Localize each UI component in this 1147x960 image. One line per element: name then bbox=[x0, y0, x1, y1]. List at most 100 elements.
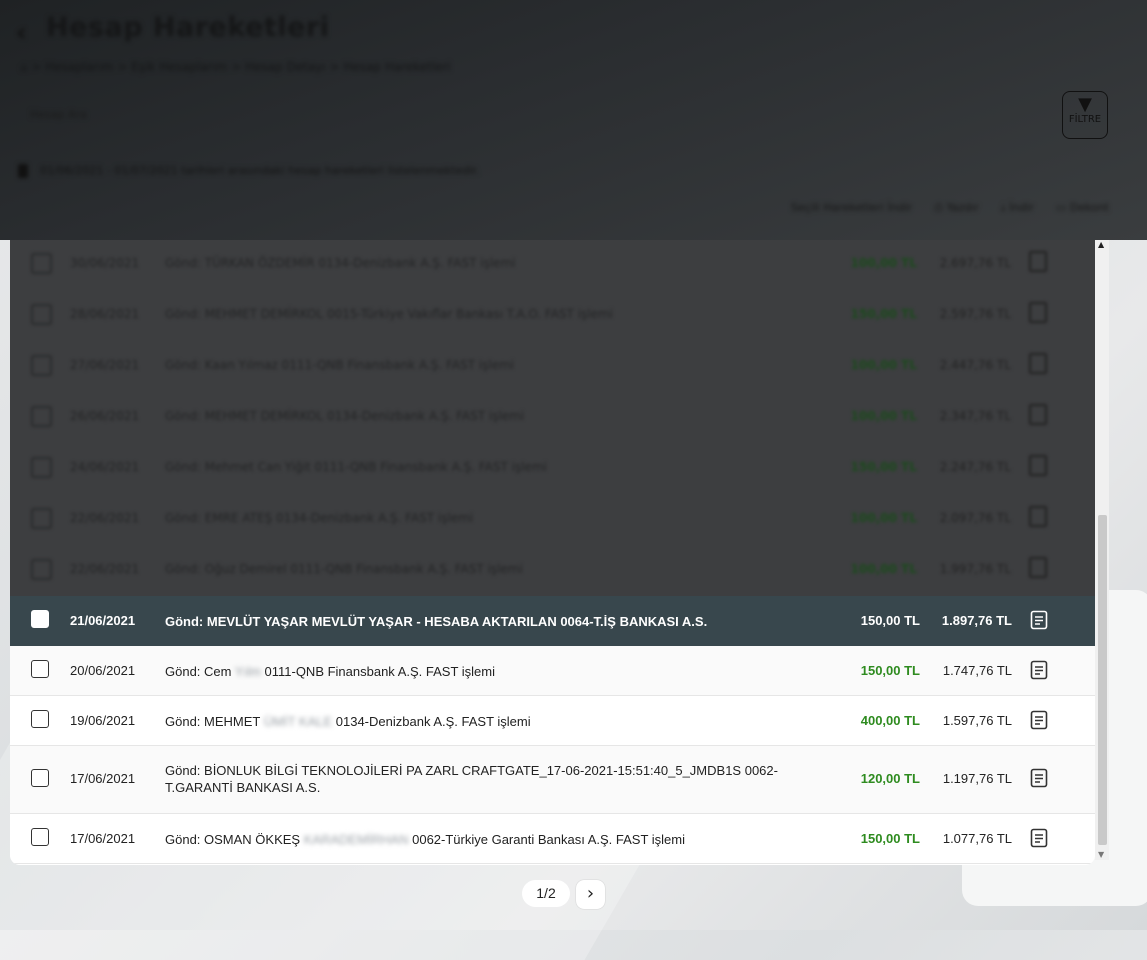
filter-button[interactable]: ▼ FİLTRE bbox=[1062, 91, 1108, 139]
row-balance: 2.097,76 TL bbox=[939, 511, 1011, 525]
description-text: Gönd: MEVLÜT YAŞAR MEVLÜT YAŞAR - HESABA… bbox=[165, 614, 708, 629]
row-date: 26/06/2021 bbox=[70, 409, 140, 423]
row-description: Gönd: Mehmet Can Yiğit 0111-QNB Finansba… bbox=[165, 460, 547, 474]
row-checkbox[interactable] bbox=[31, 304, 52, 325]
table-row[interactable]: 27/06/2021 Gönd: Kaan Yılmaz 0111-QNB Fin… bbox=[10, 342, 1095, 393]
receipt-icon[interactable] bbox=[1029, 353, 1047, 374]
row-description: Gönd: Kaan Yılmaz 0111-QNB Finansbank A.… bbox=[165, 358, 515, 372]
breadcrumb[interactable]: ⌂ > Hesaplarım > Eşik Hesaplarım > Hesap… bbox=[20, 60, 451, 74]
download-button[interactable]: ⤓ İndir bbox=[1001, 201, 1034, 215]
receipt-icon[interactable] bbox=[1029, 506, 1047, 527]
row-description: Gönd: MEHMET DEMİRKOL 0015-Türkiye Vakıf… bbox=[165, 307, 614, 321]
row-date: 21/06/2021 bbox=[70, 613, 136, 628]
row-amount: 400,00 TL bbox=[860, 713, 920, 728]
print-button[interactable]: ⎙ Yazdır bbox=[934, 201, 979, 215]
row-date: 17/06/2021 bbox=[70, 771, 136, 786]
info-text: 01/06/2021 - 01/07/2021 tarihleri arasın… bbox=[40, 164, 480, 177]
back-icon[interactable]: ‹ bbox=[16, 18, 27, 48]
row-checkbox[interactable] bbox=[31, 660, 49, 678]
receipt-icon[interactable] bbox=[1030, 710, 1048, 730]
scrollbar-thumb[interactable] bbox=[1098, 515, 1107, 845]
table-row[interactable]: 19/06/2021 Gönd: MEHMET ÜMİT KALE 0134-De… bbox=[10, 696, 1095, 746]
receipt-icon[interactable] bbox=[1029, 302, 1047, 323]
row-description: Gönd: BİONLUK BİLGİ TEKNOLOJİLERİ PA ZAR… bbox=[165, 762, 805, 796]
next-page-button[interactable]: › bbox=[576, 880, 605, 909]
row-amount: 100,00 TL bbox=[850, 409, 917, 423]
scroll-down-icon[interactable]: ▼ bbox=[1098, 850, 1104, 859]
table-row[interactable]: 24/06/2021 Gönd: Mehmet Can Yiğit 0111-QN… bbox=[10, 444, 1095, 495]
page-indicator: 1/2 bbox=[522, 880, 570, 907]
row-amount: 100,00 TL bbox=[850, 511, 917, 525]
row-amount: 150,00 TL bbox=[860, 831, 920, 846]
table-row[interactable]: 22/06/2021 Gönd: Oğuz Demirel 0111-QNB Fi… bbox=[10, 546, 1095, 596]
row-checkbox[interactable] bbox=[31, 828, 49, 846]
row-checkbox[interactable] bbox=[31, 355, 52, 376]
description-text: Gönd: MEHMET bbox=[165, 714, 261, 729]
table-row[interactable]: 22/06/2021 Gönd: EMRE ATEŞ 0134-Denizbank… bbox=[10, 495, 1095, 546]
row-date: 30/06/2021 bbox=[70, 256, 140, 270]
search-input[interactable]: Hesap Ara bbox=[30, 108, 87, 121]
redacted-name: KARADEMİRHAN bbox=[303, 832, 409, 847]
table-row[interactable]: 21/06/2021 Gönd: MEVLÜT YAŞAR MEVLÜT YAŞA… bbox=[10, 596, 1095, 646]
receipt-icon[interactable] bbox=[1030, 768, 1048, 788]
row-amount: 100,00 TL bbox=[850, 562, 917, 576]
table-row[interactable]: 26/06/2021 Gönd: MEHMET DEMİRKOL 0134-Den… bbox=[10, 393, 1095, 444]
row-checkbox[interactable] bbox=[31, 508, 52, 529]
download-label: İndir bbox=[1009, 201, 1034, 214]
row-description: Gönd: Oğuz Demirel 0111-QNB Finansbank A… bbox=[165, 562, 523, 576]
row-balance: 1.077,76 TL bbox=[942, 831, 1012, 846]
table-row[interactable]: 28/06/2021 Gönd: MEHMET DEMİRKOL 0015-Tür… bbox=[10, 291, 1095, 342]
row-checkbox[interactable] bbox=[31, 457, 52, 478]
receipt-icon[interactable] bbox=[1029, 251, 1047, 272]
row-checkbox[interactable] bbox=[31, 253, 52, 274]
transactions-table: 30/06/2021 Gönd: TÜRKAN ÖZDEMİR 0134-Deni… bbox=[10, 240, 1095, 865]
row-balance: 2.597,76 TL bbox=[939, 307, 1011, 321]
row-amount: 120,00 TL bbox=[860, 771, 920, 786]
row-amount: 150,00 TL bbox=[850, 460, 917, 474]
receipt-icon[interactable] bbox=[1029, 404, 1047, 425]
row-date: 19/06/2021 bbox=[70, 713, 136, 728]
receipt-icon[interactable] bbox=[1030, 660, 1048, 680]
download-selected-button[interactable]: Seçili Hareketleri İndir bbox=[791, 201, 912, 215]
row-checkbox[interactable] bbox=[31, 610, 49, 628]
redacted-name: Yılm bbox=[234, 664, 261, 679]
row-description: Gönd: OSMAN ÖKKEŞ KARADEMİRHAN 0062-Türk… bbox=[165, 831, 805, 848]
description-text: Gönd: OSMAN ÖKKEŞ bbox=[165, 832, 301, 847]
row-checkbox[interactable] bbox=[31, 559, 52, 580]
row-date: 24/06/2021 bbox=[70, 460, 140, 474]
row-description: Gönd: EMRE ATEŞ 0134-Denizbank A.Ş. FAST… bbox=[165, 511, 474, 525]
row-description: Gönd: MEHMET DEMİRKOL 0134-Denizbank A.Ş… bbox=[165, 409, 525, 423]
row-checkbox[interactable] bbox=[31, 769, 49, 787]
row-balance: 1.597,76 TL bbox=[942, 713, 1012, 728]
table-row[interactable]: 30/06/2021 Gönd: TÜRKAN ÖZDEMİR 0134-Deni… bbox=[10, 240, 1095, 291]
row-checkbox[interactable] bbox=[31, 406, 52, 427]
row-description: Gönd: MEHMET ÜMİT KALE 0134-Denizbank A.… bbox=[165, 713, 805, 730]
row-date: 27/06/2021 bbox=[70, 358, 140, 372]
row-amount: 100,00 TL bbox=[850, 256, 917, 270]
row-date: 17/06/2021 bbox=[70, 831, 136, 846]
receipt-icon[interactable] bbox=[1030, 610, 1048, 630]
row-balance: 2.347,76 TL bbox=[939, 409, 1011, 423]
table-row[interactable]: 17/06/2021 Gönd: OSMAN ÖKKEŞ KARADEMİRHAN… bbox=[10, 814, 1095, 864]
description-bank: 0111-QNB Finansbank A.Ş. FAST işlemi bbox=[264, 664, 496, 679]
pagination: 1/2 › bbox=[522, 880, 605, 909]
receipt-icon[interactable] bbox=[1030, 828, 1048, 848]
filter-label: FİLTRE bbox=[1068, 114, 1102, 125]
row-balance: 1.897,76 TL bbox=[941, 613, 1012, 628]
receipt-icon[interactable] bbox=[1029, 455, 1047, 476]
toolbar: Seçili Hareketleri İndir ⎙ Yazdır ⤓ İndi… bbox=[791, 201, 1109, 215]
table-row[interactable]: 17/06/2021 Gönd: BİONLUK BİLGİ TEKNOLOJİL… bbox=[10, 746, 1095, 814]
row-balance: 1.197,76 TL bbox=[942, 771, 1012, 786]
row-amount: 150,00 TL bbox=[850, 307, 917, 321]
row-balance: 2.697,76 TL bbox=[939, 256, 1011, 270]
row-description: Gönd: Cem Yılm 0111-QNB Finansbank A.Ş. … bbox=[165, 663, 805, 680]
info-message: 01/06/2021 - 01/07/2021 tarihleri arasın… bbox=[18, 164, 479, 178]
row-checkbox[interactable] bbox=[31, 710, 49, 728]
row-amount: 100,00 TL bbox=[850, 358, 917, 372]
receipt-button[interactable]: ▭ Dekont bbox=[1056, 201, 1109, 215]
table-row[interactable]: 20/06/2021 Gönd: Cem Yılm 0111-QNB Finans… bbox=[10, 646, 1095, 696]
receipt-icon[interactable] bbox=[1029, 557, 1047, 578]
scroll-up-icon[interactable]: ▲ bbox=[1098, 240, 1104, 249]
page-header: ‹ Hesap Hareketleri ⌂ > Hesaplarım > Eşi… bbox=[0, 0, 1147, 240]
blurred-rows: 30/06/2021 Gönd: TÜRKAN ÖZDEMİR 0134-Deni… bbox=[10, 240, 1095, 596]
